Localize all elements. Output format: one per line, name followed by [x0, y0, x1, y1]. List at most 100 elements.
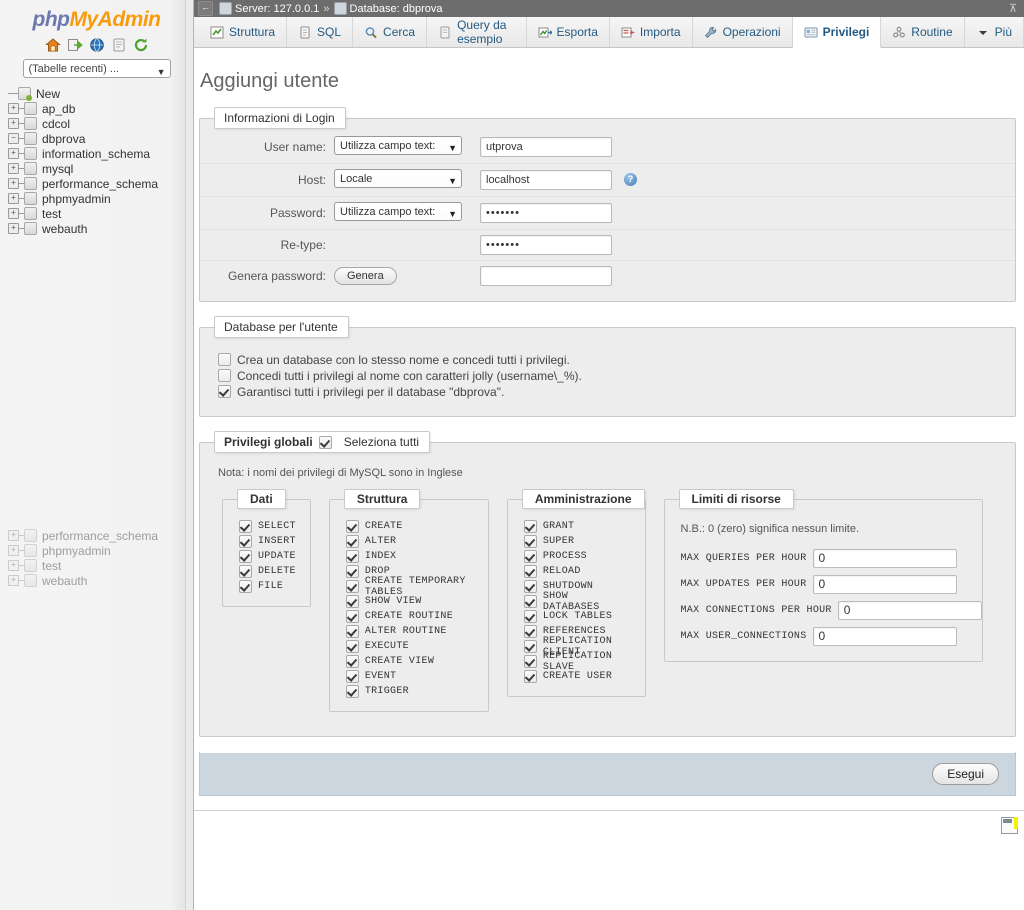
tab-pi[interactable]: Più: [965, 17, 1024, 47]
tab-routine[interactable]: Routine: [881, 17, 965, 47]
privilege-checkbox[interactable]: [345, 535, 359, 548]
privilege-checkbox[interactable]: [345, 595, 359, 608]
tree-toggle-icon[interactable]: −: [8, 133, 19, 144]
tree-item[interactable]: + test: [0, 558, 193, 573]
tab-query-da-esempio[interactable]: Query da esempio: [427, 17, 527, 47]
privilege-checkbox[interactable]: [523, 580, 537, 593]
login-input[interactable]: [480, 266, 612, 286]
privilege-row[interactable]: SHOW DATABASES: [523, 591, 631, 613]
privilege-row[interactable]: UPDATE: [239, 549, 296, 564]
tree-toggle-icon[interactable]: +: [8, 560, 19, 571]
tree-toggle-icon[interactable]: +: [8, 545, 19, 556]
privilege-checkbox[interactable]: [345, 580, 359, 593]
tree-toggle-icon[interactable]: +: [8, 193, 19, 204]
tree-toggle-icon[interactable]: +: [8, 103, 19, 114]
tab-operazioni[interactable]: Operazioni: [693, 17, 793, 47]
privilege-row[interactable]: CREATE VIEW: [345, 654, 474, 669]
privilege-row[interactable]: CREATE ROUTINE: [345, 609, 474, 624]
recent-tables-select[interactable]: (Tabelle recenti) ... ▼: [22, 59, 171, 78]
tab-cerca[interactable]: Cerca: [353, 17, 428, 47]
privilege-row[interactable]: RELOAD: [523, 564, 631, 579]
privilege-row[interactable]: ALTER ROUTINE: [345, 624, 474, 639]
privilege-row[interactable]: SUPER: [523, 534, 631, 549]
tree-toggle-icon[interactable]: +: [8, 575, 19, 586]
database-option-checkbox[interactable]: [218, 353, 231, 366]
tree-toggle-icon[interactable]: +: [8, 178, 19, 189]
login-select[interactable]: Utilizza campo text: ▼: [334, 136, 462, 155]
tree-item[interactable]: + webauth: [0, 573, 193, 588]
privilege-checkbox[interactable]: [523, 520, 537, 533]
database-option-checkbox[interactable]: [218, 369, 231, 382]
privilege-row[interactable]: EXECUTE: [345, 639, 474, 654]
privilege-checkbox[interactable]: [523, 595, 537, 608]
privilege-checkbox[interactable]: [239, 580, 252, 593]
resource-limit-input[interactable]: [837, 600, 982, 620]
login-select[interactable]: Utilizza campo text: ▼: [334, 202, 462, 221]
privilege-checkbox[interactable]: [523, 655, 537, 668]
privilege-checkbox[interactable]: [345, 610, 359, 623]
privilege-checkbox[interactable]: [523, 640, 537, 653]
logout-icon[interactable]: [67, 37, 83, 53]
tab-esporta[interactable]: Esporta: [527, 17, 610, 47]
console-icon[interactable]: [1001, 817, 1018, 834]
tree-item[interactable]: + ap_db: [0, 101, 193, 116]
privilege-row[interactable]: PROCESS: [523, 549, 631, 564]
tree-item[interactable]: + phpmyadmin: [0, 543, 193, 558]
privilege-checkbox[interactable]: [345, 670, 359, 683]
tree-toggle-icon[interactable]: +: [8, 118, 19, 129]
privilege-checkbox[interactable]: [239, 535, 252, 548]
collapse-navigation-icon[interactable]: ⊼: [1009, 2, 1017, 15]
login-input[interactable]: [480, 170, 612, 190]
privilege-row[interactable]: SELECT: [239, 519, 296, 534]
privilege-row[interactable]: ALTER: [345, 534, 474, 549]
refresh-icon[interactable]: [133, 37, 149, 53]
tree-toggle-icon[interactable]: +: [8, 163, 19, 174]
privilege-checkbox[interactable]: [345, 640, 359, 653]
privilege-checkbox[interactable]: [523, 625, 537, 638]
resource-limit-input[interactable]: [812, 626, 957, 646]
phpmyadmin-logo[interactable]: phpMyAdmin: [0, 0, 193, 34]
privilege-row[interactable]: GRANT: [523, 519, 631, 534]
resource-limit-input[interactable]: [812, 548, 957, 568]
select-all-label[interactable]: Seleziona tutti: [344, 435, 419, 449]
privilege-checkbox[interactable]: [239, 520, 252, 533]
resource-limit-input[interactable]: [812, 574, 957, 594]
tree-item[interactable]: − dbprova: [0, 131, 193, 146]
tab-struttura[interactable]: Struttura: [199, 17, 288, 47]
tree-toggle-icon[interactable]: +: [8, 223, 19, 234]
home-icon[interactable]: [44, 37, 61, 53]
privilege-row[interactable]: INDEX: [345, 549, 474, 564]
tab-importa[interactable]: Importa: [610, 17, 693, 47]
privilege-row[interactable]: CREATE TEMPORARY TABLES: [345, 576, 474, 598]
sidebar-scrollbar[interactable]: [185, 0, 193, 910]
tree-item[interactable]: New: [0, 86, 193, 101]
privilege-checkbox[interactable]: [523, 565, 537, 578]
database-option-checkbox[interactable]: [218, 385, 231, 398]
tree-item[interactable]: + cdcol: [0, 116, 193, 131]
privilege-checkbox[interactable]: [345, 655, 359, 668]
privilege-checkbox[interactable]: [523, 670, 537, 683]
privilege-checkbox[interactable]: [523, 610, 537, 623]
tree-item[interactable]: + performance_schema: [0, 528, 193, 543]
back-button[interactable]: ←: [198, 1, 213, 16]
database-option-row[interactable]: Garantisci tutti i privilegi per il data…: [218, 384, 1015, 399]
login-input[interactable]: [480, 137, 612, 157]
privilege-row[interactable]: CREATE: [345, 519, 474, 534]
privilege-checkbox[interactable]: [345, 625, 359, 638]
docs-globe-icon[interactable]: [89, 37, 105, 53]
tree-item[interactable]: + mysql: [0, 161, 193, 176]
database-option-row[interactable]: Concedi tutti i privilegi al nome con ca…: [218, 368, 1015, 383]
login-input[interactable]: [480, 203, 612, 223]
privilege-checkbox[interactable]: [523, 550, 537, 563]
mysql-docs-icon[interactable]: [111, 37, 127, 53]
tree-item[interactable]: + webauth: [0, 221, 193, 236]
tree-item[interactable]: + performance_schema: [0, 176, 193, 191]
privilege-checkbox[interactable]: [345, 685, 359, 698]
tab-privilegi[interactable]: Privilegi: [792, 17, 882, 48]
privilege-row[interactable]: INSERT: [239, 534, 296, 549]
select-all-checkbox[interactable]: [318, 435, 332, 449]
database-option-row[interactable]: Crea un database con lo stesso nome e co…: [218, 352, 1015, 367]
tree-item[interactable]: + phpmyadmin: [0, 191, 193, 206]
tree-toggle-icon[interactable]: +: [8, 208, 19, 219]
privilege-checkbox[interactable]: [345, 520, 359, 533]
